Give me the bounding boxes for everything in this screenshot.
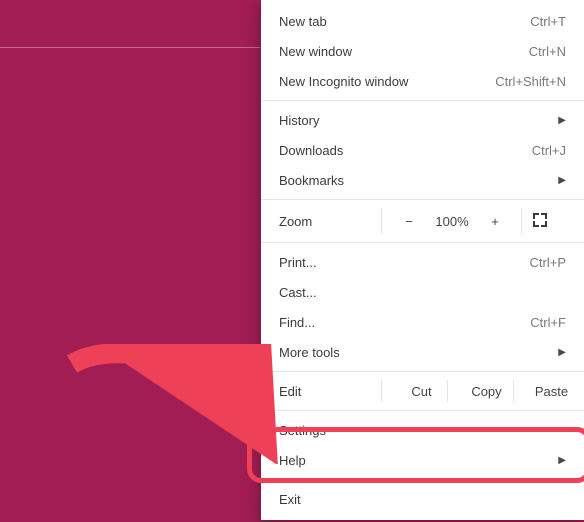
menu-item-label: Settings [279,423,566,438]
edit-copy-button[interactable]: Copy [454,384,519,399]
menu-separator [261,100,584,101]
menu-item-print[interactable]: Print... Ctrl+P [261,247,584,277]
vertical-divider [447,380,448,402]
edit-label: Edit [261,384,389,399]
menu-item-zoom: Zoom − 100% + [261,204,584,238]
menu-item-label: Downloads [279,143,532,158]
menu-item-edit: Edit Cut Copy Paste [261,376,584,406]
menu-item-bookmarks[interactable]: Bookmarks ▶ [261,165,584,195]
menu-item-help[interactable]: Help ▶ [261,445,584,475]
menu-item-label: New window [279,44,529,59]
menu-item-shortcut: Ctrl+Shift+N [495,74,566,89]
annotation-arrow-icon [60,344,280,464]
menu-item-label: New Incognito window [279,74,495,89]
menu-item-shortcut: Ctrl+F [530,315,566,330]
menu-item-incognito[interactable]: New Incognito window Ctrl+Shift+N [261,66,584,96]
menu-item-label: Print... [279,255,530,270]
menu-item-exit[interactable]: Exit [261,484,584,514]
menu-item-shortcut: Ctrl+P [530,255,566,270]
menu-item-history[interactable]: History ▶ [261,105,584,135]
menu-item-label: Find... [279,315,530,330]
menu-separator [261,479,584,480]
menu-item-settings[interactable]: Settings [261,415,584,445]
menu-item-label: Help [279,453,558,468]
menu-item-label: Cast... [279,285,566,300]
menu-item-more-tools[interactable]: More tools ▶ [261,337,584,367]
submenu-arrow-icon: ▶ [558,115,566,126]
submenu-arrow-icon: ▶ [558,347,566,358]
edit-paste-button[interactable]: Paste [519,384,584,399]
menu-item-label: More tools [279,345,558,360]
menu-separator [261,371,584,372]
zoom-out-button[interactable]: − [389,214,429,229]
toolbar-divider [0,47,260,48]
zoom-level: 100% [429,214,475,229]
submenu-arrow-icon: ▶ [558,175,566,186]
menu-item-cast[interactable]: Cast... [261,277,584,307]
menu-item-find[interactable]: Find... Ctrl+F [261,307,584,337]
menu-item-label: New tab [279,14,530,29]
vertical-divider [521,208,522,234]
edit-cut-button[interactable]: Cut [389,384,454,399]
menu-item-shortcut: Ctrl+T [530,14,566,29]
menu-item-downloads[interactable]: Downloads Ctrl+J [261,135,584,165]
menu-item-label: Exit [279,492,566,507]
fullscreen-icon [533,213,547,227]
menu-separator [261,410,584,411]
chrome-main-menu: New tab Ctrl+T New window Ctrl+N New Inc… [261,0,584,520]
menu-item-shortcut: Ctrl+N [529,44,566,59]
zoom-label: Zoom [261,214,389,229]
zoom-in-button[interactable]: + [475,214,515,229]
menu-separator [261,242,584,243]
menu-item-shortcut: Ctrl+J [532,143,566,158]
vertical-divider [381,208,382,234]
submenu-arrow-icon: ▶ [558,455,566,466]
menu-item-label: Bookmarks [279,173,558,188]
vertical-divider [513,380,514,402]
vertical-divider [381,380,382,402]
menu-item-new-window[interactable]: New window Ctrl+N [261,36,584,66]
fullscreen-button[interactable] [515,213,565,230]
menu-separator [261,199,584,200]
menu-item-label: History [279,113,558,128]
menu-item-new-tab[interactable]: New tab Ctrl+T [261,6,584,36]
